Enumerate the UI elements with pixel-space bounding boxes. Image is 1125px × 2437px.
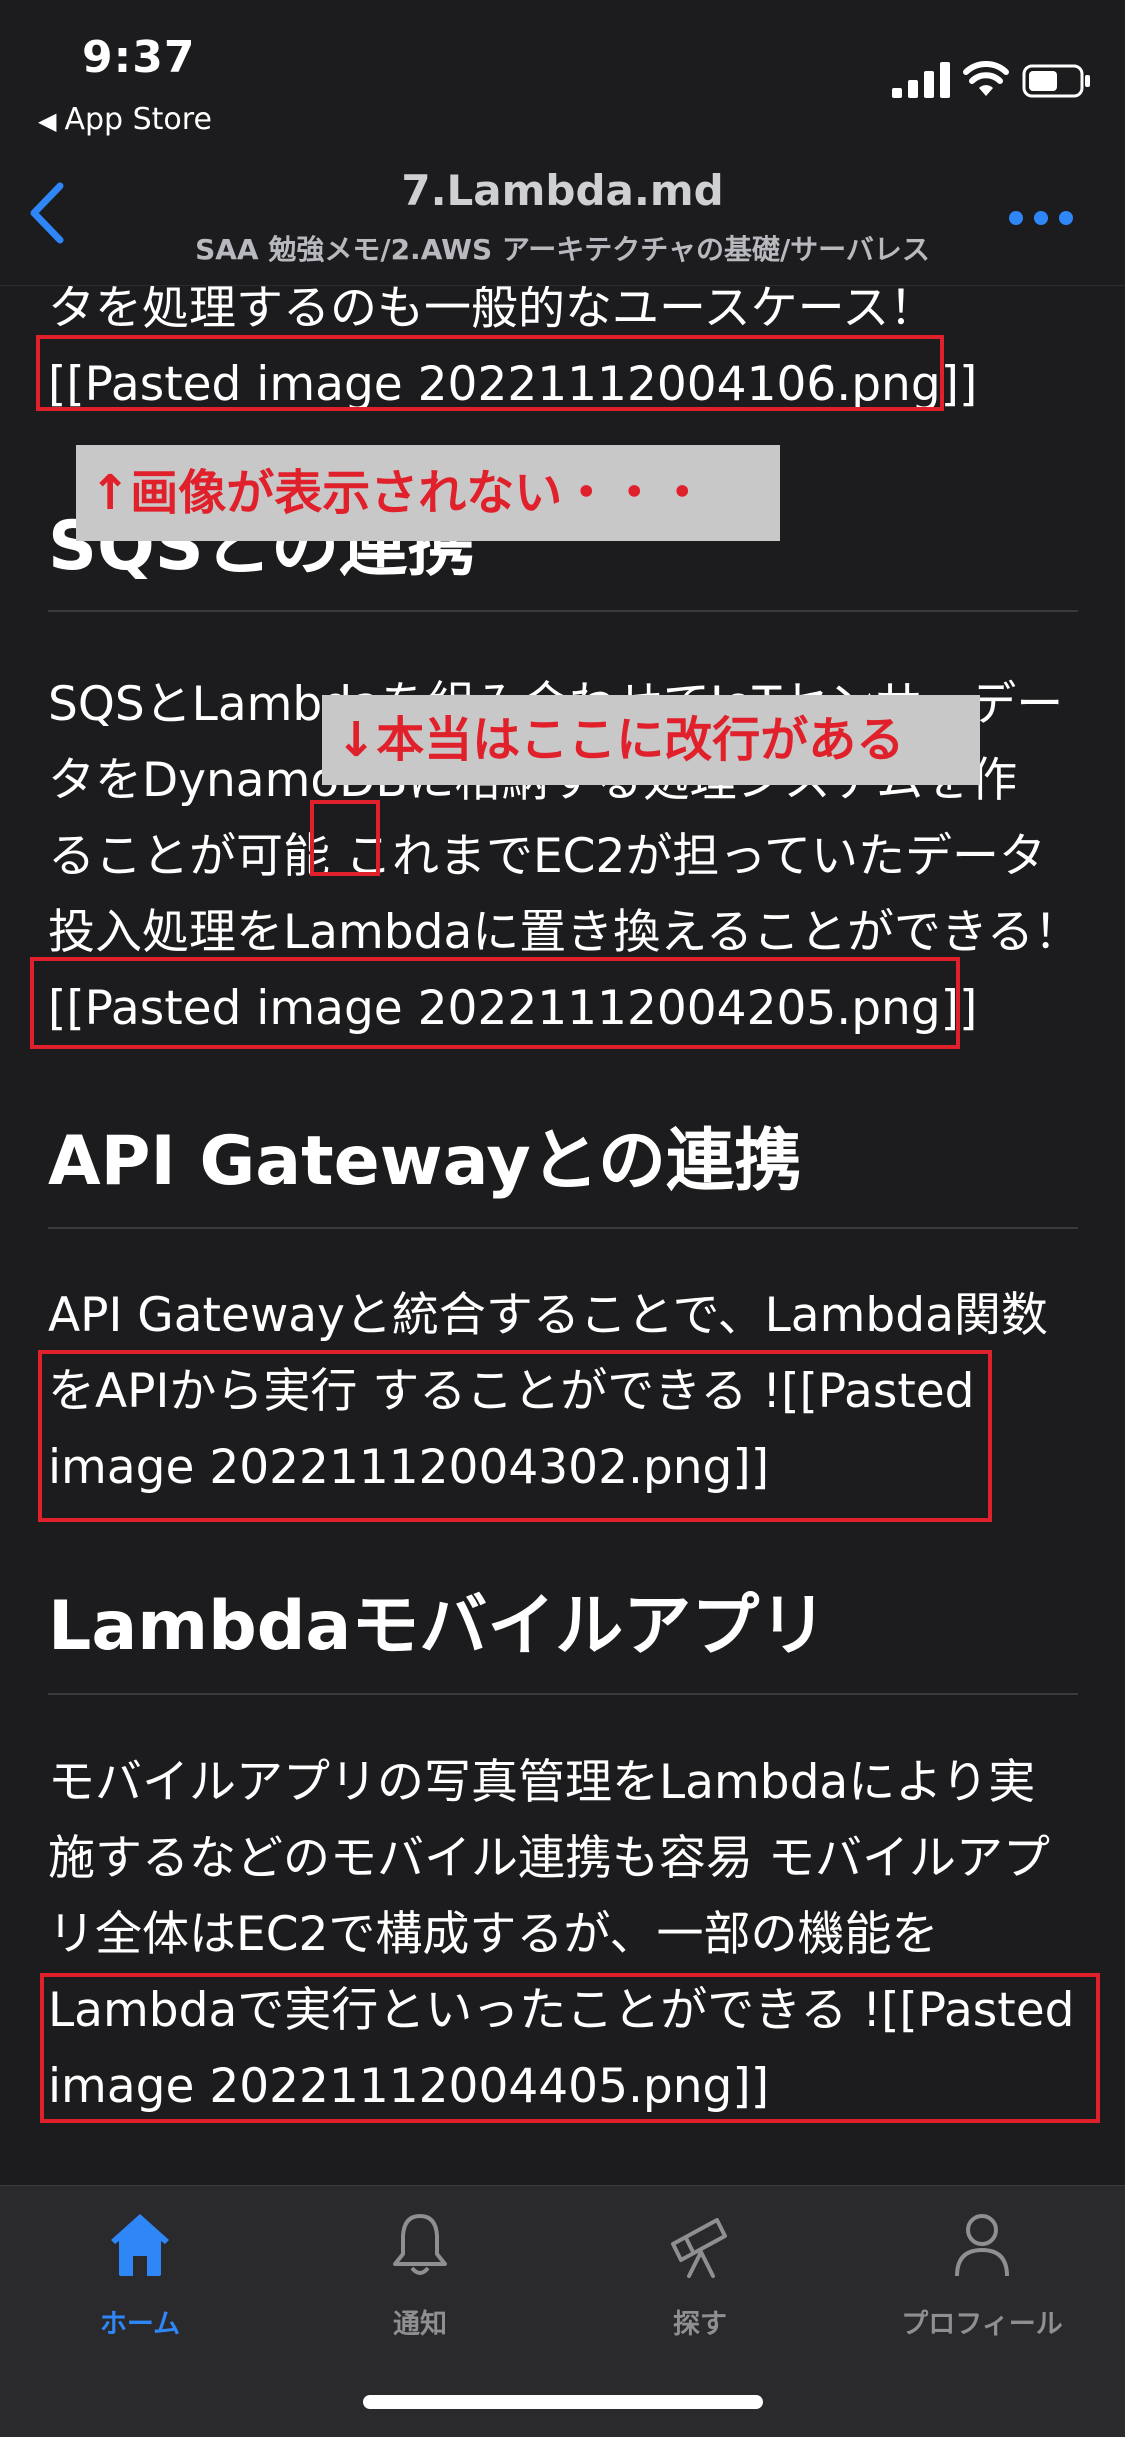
mobile-line-1: モバイルアプリの写真管理をLambdaにより実	[48, 1755, 1036, 1810]
breadcrumb: SAA 勉強メモ/2.AWS アーキテクチャの基礎/サーバレス	[195, 233, 930, 266]
apigw-heading: API Gatewayとの連携	[48, 1122, 803, 1201]
tab-label: 探す	[673, 2309, 727, 2340]
tab-label: プロフィール	[901, 2309, 1063, 2340]
mobile-line-2: 施するなどのモバイル連携も容易 モバイルアプ	[48, 1831, 1050, 1886]
mobile-line-3: リ全体はEC2で構成するが、一部の機能を	[48, 1907, 939, 1962]
apigw-line-1: API Gatewayと統合することで、Lambda関数	[48, 1288, 1048, 1343]
wifi-icon	[963, 61, 1009, 96]
page-title: 7.Lambda.md	[401, 166, 724, 215]
back-app-label: App Store	[64, 102, 212, 137]
home-icon	[111, 2214, 169, 2276]
more-icon[interactable]	[1008, 210, 1074, 226]
tab-notifications[interactable]: 通知	[320, 2210, 520, 2341]
telescope-icon	[671, 2218, 727, 2278]
markdown-content: タを処理するのも一般的なユースケース！ [[Pasted image 20221…	[0, 285, 1125, 2185]
back-triangle-icon: ◀	[38, 107, 57, 135]
highlight-box	[30, 957, 960, 1049]
tab-label: 通知	[393, 2309, 447, 2340]
tab-home[interactable]: ホーム	[40, 2210, 240, 2341]
highlight-box	[36, 335, 944, 411]
divider	[48, 1227, 1078, 1229]
battery-icon	[1022, 64, 1090, 98]
highlight-box	[310, 800, 380, 876]
highlight-box	[38, 1350, 992, 1522]
clock: 9:37	[82, 32, 196, 83]
navigation-bar: 7.Lambda.md SAA 勉強メモ/2.AWS アーキテクチャの基礎/サー…	[0, 150, 1125, 286]
home-indicator[interactable]	[363, 2395, 763, 2409]
tab-explore[interactable]: 探す	[600, 2210, 800, 2341]
divider	[48, 1693, 1078, 1695]
bell-icon	[393, 2214, 447, 2275]
status-bar: 9:37 ◀ App Store	[0, 0, 1125, 150]
sqs-line-3: ることが可能 これまでEC2が担っていたデータ	[48, 829, 1047, 884]
person-icon	[955, 2214, 1009, 2277]
mobile-heading: Lambdaモバイルアプリ	[48, 1587, 828, 1666]
annotation-newline-here: ↓本当はここに改行がある	[322, 695, 980, 785]
back-to-app-link[interactable]: ◀ App Store	[38, 102, 212, 137]
tab-label: ホーム	[99, 2309, 181, 2340]
divider	[48, 610, 1078, 612]
cellular-signal-icon	[892, 62, 950, 98]
annotation-image-not-shown: ↑画像が表示されない・・・	[76, 445, 780, 541]
tab-profile[interactable]: プロフィール	[882, 2210, 1082, 2341]
highlight-box	[40, 1973, 1100, 2123]
